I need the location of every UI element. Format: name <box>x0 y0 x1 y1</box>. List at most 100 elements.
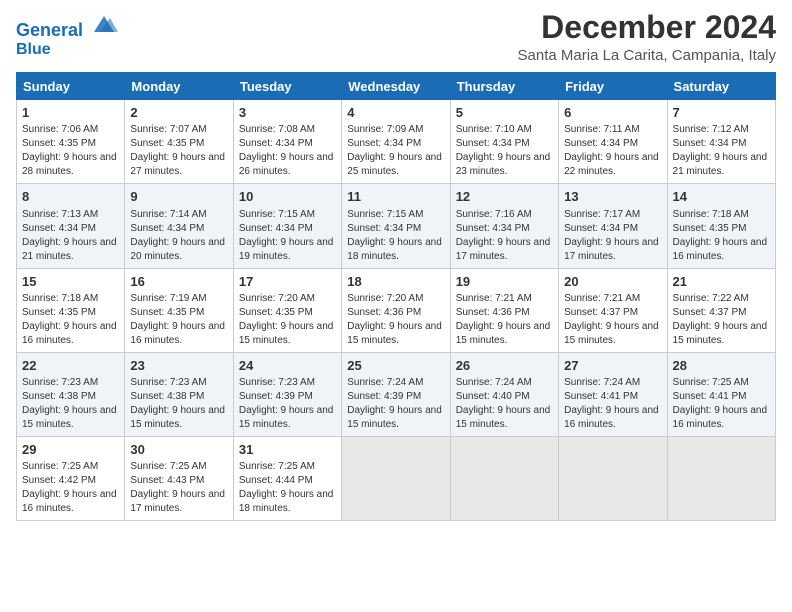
calendar-week-3: 15Sunrise: 7:18 AMSunset: 4:35 PMDayligh… <box>17 268 776 352</box>
day-info: Sunrise: 7:12 AMSunset: 4:34 PMDaylight:… <box>673 123 770 179</box>
calendar-cell: 19Sunrise: 7:21 AMSunset: 4:36 PMDayligh… <box>450 268 558 352</box>
day-info: Sunrise: 7:25 AMSunset: 4:41 PMDaylight:… <box>673 376 770 432</box>
calendar-cell <box>559 436 667 520</box>
weekday-header-monday: Monday <box>125 73 233 100</box>
day-info: Sunrise: 7:10 AMSunset: 4:34 PMDaylight:… <box>456 123 553 179</box>
day-info: Sunrise: 7:23 AMSunset: 4:38 PMDaylight:… <box>22 376 119 432</box>
day-number: 24 <box>239 357 336 375</box>
calendar-cell: 25Sunrise: 7:24 AMSunset: 4:39 PMDayligh… <box>342 352 450 436</box>
logo-icon <box>90 14 118 36</box>
day-number: 30 <box>130 441 227 459</box>
calendar-cell: 28Sunrise: 7:25 AMSunset: 4:41 PMDayligh… <box>667 352 775 436</box>
calendar-cell: 30Sunrise: 7:25 AMSunset: 4:43 PMDayligh… <box>125 436 233 520</box>
calendar-cell: 13Sunrise: 7:17 AMSunset: 4:34 PMDayligh… <box>559 184 667 268</box>
day-info: Sunrise: 7:15 AMSunset: 4:34 PMDaylight:… <box>239 208 336 264</box>
calendar-cell: 16Sunrise: 7:19 AMSunset: 4:35 PMDayligh… <box>125 268 233 352</box>
calendar-cell: 3Sunrise: 7:08 AMSunset: 4:34 PMDaylight… <box>233 100 341 184</box>
logo-text: General <box>16 14 118 41</box>
calendar-week-4: 22Sunrise: 7:23 AMSunset: 4:38 PMDayligh… <box>17 352 776 436</box>
day-number: 21 <box>673 273 770 291</box>
calendar-cell: 11 Sunrise: 7:15 AMSunset: 4:34 PMDayligh… <box>342 184 450 268</box>
day-number: 28 <box>673 357 770 375</box>
calendar-cell: 10Sunrise: 7:15 AMSunset: 4:34 PMDayligh… <box>233 184 341 268</box>
calendar-cell: 31Sunrise: 7:25 AMSunset: 4:44 PMDayligh… <box>233 436 341 520</box>
day-number: 22 <box>22 357 119 375</box>
day-number: 8 <box>22 188 119 206</box>
day-number: 15 <box>22 273 119 291</box>
day-info: Sunrise: 7:24 AMSunset: 4:40 PMDaylight:… <box>456 376 553 432</box>
calendar-cell: 17Sunrise: 7:20 AMSunset: 4:35 PMDayligh… <box>233 268 341 352</box>
day-info: Sunrise: 7:24 AMSunset: 4:41 PMDaylight:… <box>564 376 661 432</box>
day-number: 11 <box>347 188 444 206</box>
day-info: Sunrise: 7:13 AMSunset: 4:34 PMDaylight:… <box>22 208 119 264</box>
day-number: 23 <box>130 357 227 375</box>
calendar-cell: 1Sunrise: 7:06 AMSunset: 4:35 PMDaylight… <box>17 100 125 184</box>
calendar-cell: 7Sunrise: 7:12 AMSunset: 4:34 PMDaylight… <box>667 100 775 184</box>
calendar-cell: 21Sunrise: 7:22 AMSunset: 4:37 PMDayligh… <box>667 268 775 352</box>
weekday-header-saturday: Saturday <box>667 73 775 100</box>
calendar-cell <box>667 436 775 520</box>
day-number: 29 <box>22 441 119 459</box>
day-number: 19 <box>456 273 553 291</box>
weekday-header-wednesday: Wednesday <box>342 73 450 100</box>
day-info: Sunrise: 7:17 AMSunset: 4:34 PMDaylight:… <box>564 208 661 264</box>
calendar-table: SundayMondayTuesdayWednesdayThursdayFrid… <box>16 72 776 521</box>
calendar-cell: 18Sunrise: 7:20 AMSunset: 4:36 PMDayligh… <box>342 268 450 352</box>
weekday-header-sunday: Sunday <box>17 73 125 100</box>
day-number: 5 <box>456 104 553 122</box>
calendar-cell: 26Sunrise: 7:24 AMSunset: 4:40 PMDayligh… <box>450 352 558 436</box>
day-info: Sunrise: 7:06 AMSunset: 4:35 PMDaylight:… <box>22 123 119 179</box>
day-info: Sunrise: 7:25 AMSunset: 4:43 PMDaylight:… <box>130 460 227 516</box>
weekday-header-friday: Friday <box>559 73 667 100</box>
day-number: 31 <box>239 441 336 459</box>
weekday-header-tuesday: Tuesday <box>233 73 341 100</box>
calendar-cell: 4Sunrise: 7:09 AMSunset: 4:34 PMDaylight… <box>342 100 450 184</box>
day-number: 17 <box>239 273 336 291</box>
logo-blue: Blue <box>16 41 118 59</box>
day-info: Sunrise: 7:08 AMSunset: 4:34 PMDaylight:… <box>239 123 336 179</box>
day-number: 6 <box>564 104 661 122</box>
calendar-cell: 12Sunrise: 7:16 AMSunset: 4:34 PMDayligh… <box>450 184 558 268</box>
day-number: 27 <box>564 357 661 375</box>
calendar-cell: 14Sunrise: 7:18 AMSunset: 4:35 PMDayligh… <box>667 184 775 268</box>
title-block: December 2024 Santa Maria La Carita, Cam… <box>518 10 776 64</box>
subtitle: Santa Maria La Carita, Campania, Italy <box>518 47 776 64</box>
calendar-cell: 6Sunrise: 7:11 AMSunset: 4:34 PMDaylight… <box>559 100 667 184</box>
calendar-body: 1Sunrise: 7:06 AMSunset: 4:35 PMDaylight… <box>17 100 776 521</box>
day-info: Sunrise: 7:21 AMSunset: 4:37 PMDaylight:… <box>564 292 661 348</box>
day-number: 12 <box>456 188 553 206</box>
day-info: Sunrise: 7:09 AMSunset: 4:34 PMDaylight:… <box>347 123 444 179</box>
calendar-cell: 27Sunrise: 7:24 AMSunset: 4:41 PMDayligh… <box>559 352 667 436</box>
day-number: 9 <box>130 188 227 206</box>
calendar-week-1: 1Sunrise: 7:06 AMSunset: 4:35 PMDaylight… <box>17 100 776 184</box>
page-header: General Blue December 2024 Santa Maria L… <box>16 10 776 64</box>
calendar-cell <box>450 436 558 520</box>
day-number: 25 <box>347 357 444 375</box>
calendar-cell: 15Sunrise: 7:18 AMSunset: 4:35 PMDayligh… <box>17 268 125 352</box>
day-info: Sunrise: 7:11 AMSunset: 4:34 PMDaylight:… <box>564 123 661 179</box>
day-info: Sunrise: 7:15 AMSunset: 4:34 PMDaylight:… <box>347 208 444 264</box>
day-number: 1 <box>22 104 119 122</box>
calendar-cell: 23Sunrise: 7:23 AMSunset: 4:38 PMDayligh… <box>125 352 233 436</box>
day-number: 16 <box>130 273 227 291</box>
day-info: Sunrise: 7:18 AMSunset: 4:35 PMDaylight:… <box>673 208 770 264</box>
weekday-header-thursday: Thursday <box>450 73 558 100</box>
day-info: Sunrise: 7:23 AMSunset: 4:38 PMDaylight:… <box>130 376 227 432</box>
day-info: Sunrise: 7:20 AMSunset: 4:36 PMDaylight:… <box>347 292 444 348</box>
day-number: 7 <box>673 104 770 122</box>
calendar-cell <box>342 436 450 520</box>
calendar-cell: 24Sunrise: 7:23 AMSunset: 4:39 PMDayligh… <box>233 352 341 436</box>
calendar-cell: 9 Sunrise: 7:14 AMSunset: 4:34 PMDaylight… <box>125 184 233 268</box>
calendar-cell: 2Sunrise: 7:07 AMSunset: 4:35 PMDaylight… <box>125 100 233 184</box>
day-number: 4 <box>347 104 444 122</box>
day-info: Sunrise: 7:23 AMSunset: 4:39 PMDaylight:… <box>239 376 336 432</box>
day-info: Sunrise: 7:22 AMSunset: 4:37 PMDaylight:… <box>673 292 770 348</box>
day-info: Sunrise: 7:25 AMSunset: 4:42 PMDaylight:… <box>22 460 119 516</box>
calendar-week-5: 29Sunrise: 7:25 AMSunset: 4:42 PMDayligh… <box>17 436 776 520</box>
day-number: 3 <box>239 104 336 122</box>
day-info: Sunrise: 7:14 AMSunset: 4:34 PMDaylight:… <box>130 208 227 264</box>
day-number: 2 <box>130 104 227 122</box>
main-title: December 2024 <box>518 10 776 45</box>
day-info: Sunrise: 7:07 AMSunset: 4:35 PMDaylight:… <box>130 123 227 179</box>
day-info: Sunrise: 7:18 AMSunset: 4:35 PMDaylight:… <box>22 292 119 348</box>
